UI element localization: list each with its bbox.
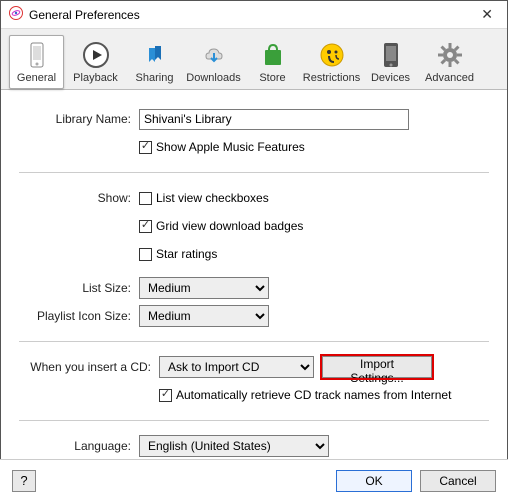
downloads-icon	[200, 40, 228, 70]
tab-general[interactable]: General	[9, 35, 64, 89]
tab-label: Playback	[73, 72, 118, 84]
separator	[19, 172, 489, 173]
close-button[interactable]: ✕	[475, 6, 499, 23]
tab-label: Advanced	[425, 72, 474, 84]
apple-music-checkbox[interactable]: Show Apple Music Features	[139, 140, 305, 154]
language-label: Language:	[19, 439, 139, 453]
separator	[19, 420, 489, 421]
checkbox-icon	[139, 220, 152, 233]
listview-checkbox[interactable]: List view checkboxes	[139, 191, 269, 205]
devices-icon	[382, 40, 400, 70]
checkbox-icon	[139, 141, 152, 154]
tab-playback[interactable]: Playback	[68, 35, 123, 89]
checkbox-label: List view checkboxes	[156, 191, 269, 205]
tab-label: Store	[259, 72, 285, 84]
titlebar: General Preferences ✕	[1, 1, 507, 29]
tab-label: General	[17, 72, 56, 84]
sharing-icon	[141, 40, 169, 70]
tab-sharing[interactable]: Sharing	[127, 35, 182, 89]
checkbox-label: Star ratings	[156, 247, 217, 261]
gridbadges-checkbox[interactable]: Grid view download badges	[139, 219, 303, 233]
gear-icon	[437, 40, 463, 70]
content-area: Library Name: Show Apple Music Features …	[1, 90, 507, 467]
import-settings-button[interactable]: Import Settings...	[322, 356, 432, 378]
checkbox-icon	[139, 192, 152, 205]
library-name-input[interactable]	[139, 109, 409, 130]
checkbox-label: Grid view download badges	[156, 219, 303, 233]
footer: ? OK Cancel	[0, 459, 508, 501]
iconsize-label: Playlist Icon Size:	[19, 309, 139, 323]
checkbox-icon	[159, 389, 172, 402]
general-icon	[26, 40, 48, 70]
restrictions-icon	[319, 40, 345, 70]
store-icon	[261, 40, 285, 70]
checkbox-icon	[139, 248, 152, 261]
tab-label: Devices	[371, 72, 410, 84]
star-checkbox[interactable]: Star ratings	[139, 247, 217, 261]
tab-label: Restrictions	[303, 72, 360, 84]
listsize-label: List Size:	[19, 281, 139, 295]
playback-icon	[82, 40, 110, 70]
cd-action-select[interactable]: Ask to Import CD	[159, 356, 314, 378]
tab-downloads[interactable]: Downloads	[186, 35, 241, 89]
show-label: Show:	[19, 191, 139, 205]
iconsize-select[interactable]: Medium	[139, 305, 269, 327]
language-select[interactable]: English (United States)	[139, 435, 329, 457]
ok-button[interactable]: OK	[336, 470, 412, 492]
toolbar: General Playback Sharing Downloads Store…	[1, 29, 507, 90]
itunes-icon	[9, 6, 23, 23]
tab-restrictions[interactable]: Restrictions	[304, 35, 359, 89]
window-title: General Preferences	[29, 8, 475, 22]
library-name-label: Library Name:	[19, 112, 139, 126]
tab-advanced[interactable]: Advanced	[422, 35, 477, 89]
listsize-select[interactable]: Medium	[139, 277, 269, 299]
cancel-button[interactable]: Cancel	[420, 470, 496, 492]
tab-store[interactable]: Store	[245, 35, 300, 89]
tab-label: Downloads	[186, 72, 240, 84]
checkbox-label: Automatically retrieve CD track names fr…	[176, 388, 451, 402]
checkbox-label: Show Apple Music Features	[156, 140, 305, 154]
separator	[19, 341, 489, 342]
help-button[interactable]: ?	[12, 470, 36, 492]
auto-retrieve-checkbox[interactable]: Automatically retrieve CD track names fr…	[159, 388, 451, 402]
cd-label: When you insert a CD:	[19, 360, 159, 374]
tab-label: Sharing	[136, 72, 174, 84]
tab-devices[interactable]: Devices	[363, 35, 418, 89]
